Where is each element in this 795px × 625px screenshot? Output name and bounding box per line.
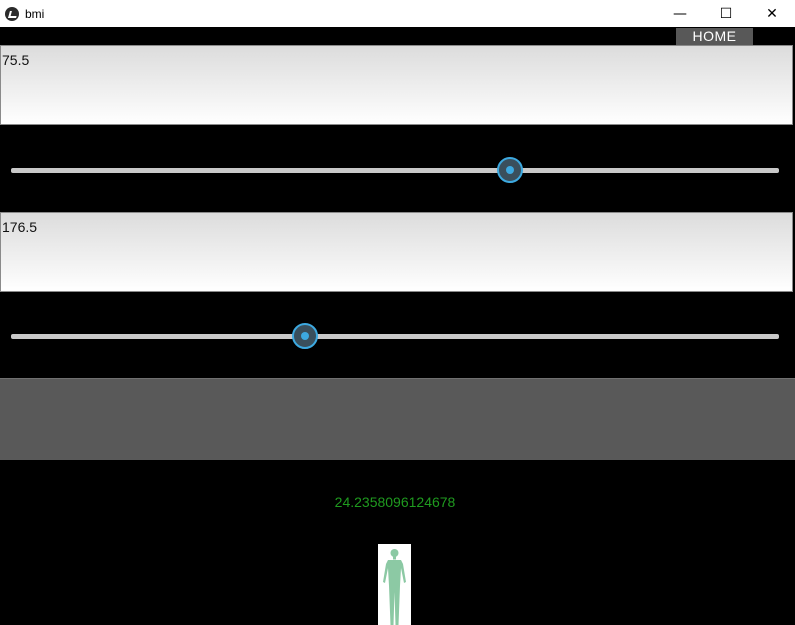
height-slider-thumb[interactable] — [292, 323, 319, 349]
height-input[interactable]: 176.5 — [0, 212, 793, 292]
home-button[interactable]: HOME — [676, 28, 753, 45]
minimize-button[interactable]: — — [657, 0, 703, 27]
app-logo-icon — [5, 6, 19, 21]
weight-slider-track[interactable] — [11, 168, 779, 173]
weight-slider[interactable] — [11, 155, 779, 185]
maximize-button[interactable]: ☐ — [703, 0, 749, 27]
height-slider[interactable] — [11, 321, 779, 351]
height-slider-track[interactable] — [11, 334, 779, 339]
calculate-button[interactable] — [0, 378, 795, 460]
weight-slider-thumb[interactable] — [497, 157, 524, 183]
weight-input[interactable]: 75.5 — [0, 45, 793, 125]
window-title: bmi — [25, 6, 45, 21]
title-bar: bmi — ☐ ✕ — [0, 0, 795, 27]
body-figure — [378, 544, 411, 625]
human-body-icon — [383, 549, 406, 625]
close-button[interactable]: ✕ — [749, 0, 795, 27]
window-controls: — ☐ ✕ — [657, 0, 795, 27]
bmi-result: 24.2358096124678 — [334, 494, 456, 510]
